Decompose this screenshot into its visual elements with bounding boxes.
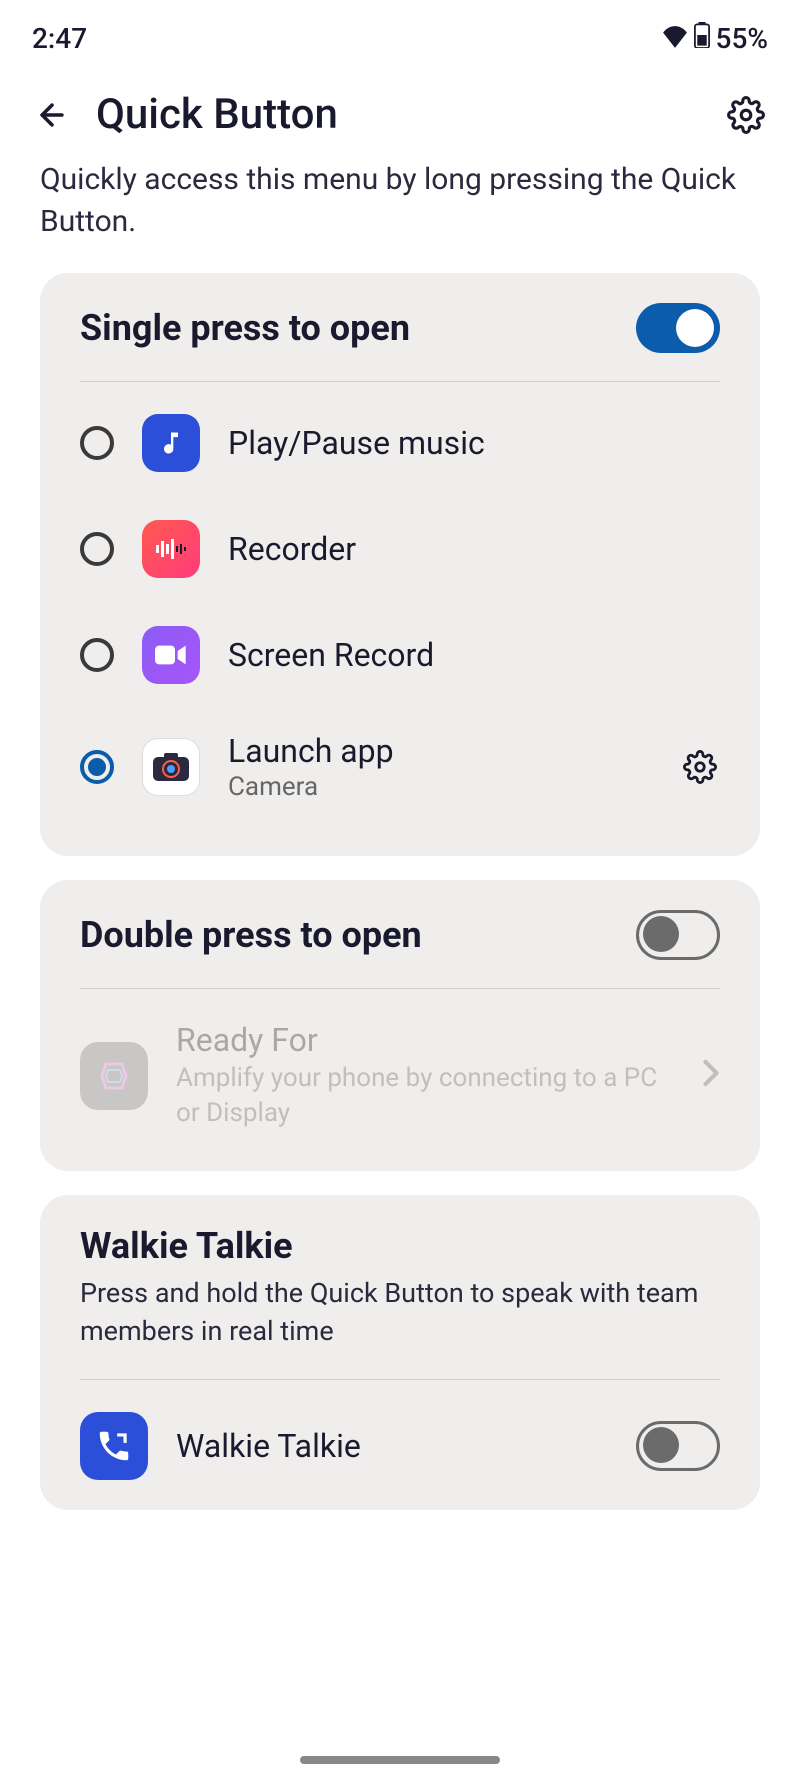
option-label: Launch app bbox=[228, 732, 652, 770]
music-note-icon bbox=[142, 414, 200, 472]
walkie-header: Walkie Talkie Press and hold the Quick B… bbox=[80, 1225, 720, 1379]
home-indicator[interactable] bbox=[300, 1756, 500, 1764]
option-recorder[interactable]: Recorder bbox=[80, 496, 720, 602]
walkie-talkie-icon bbox=[80, 1412, 148, 1480]
radio-launch-app[interactable] bbox=[80, 750, 114, 784]
launch-app-settings-button[interactable] bbox=[680, 747, 720, 787]
chevron-right-icon bbox=[702, 1057, 720, 1095]
ready-for-icon bbox=[80, 1042, 148, 1110]
option-screen-record[interactable]: Screen Record bbox=[80, 602, 720, 708]
status-right: 55% bbox=[662, 22, 768, 55]
status-time: 2:47 bbox=[32, 22, 87, 55]
option-launch-app[interactable]: Launch app Camera bbox=[80, 708, 720, 826]
camera-app-icon bbox=[142, 738, 200, 796]
app-header: Quick Button bbox=[0, 60, 800, 159]
page-description: Quickly access this menu by long pressin… bbox=[0, 159, 800, 273]
settings-button[interactable] bbox=[724, 93, 768, 137]
option-play-pause[interactable]: Play/Pause music bbox=[80, 390, 720, 496]
radio-play-pause[interactable] bbox=[80, 426, 114, 460]
walkie-talkie-card: Walkie Talkie Press and hold the Quick B… bbox=[40, 1195, 760, 1510]
ready-for-title: Ready For bbox=[176, 1021, 674, 1059]
single-press-toggle[interactable] bbox=[636, 303, 720, 353]
radio-screen-record[interactable] bbox=[80, 638, 114, 672]
battery-percent: 55% bbox=[716, 22, 768, 55]
divider bbox=[80, 381, 720, 382]
single-press-card: Single press to open Play/Pause music Re… bbox=[40, 273, 760, 856]
double-press-header: Double press to open bbox=[80, 910, 720, 988]
double-press-card: Double press to open Ready For Amplify y… bbox=[40, 880, 760, 1171]
wifi-icon bbox=[662, 22, 688, 55]
divider bbox=[80, 1379, 720, 1380]
ready-for-row: Ready For Amplify your phone by connecti… bbox=[80, 997, 720, 1141]
walkie-toggle[interactable] bbox=[636, 1421, 720, 1471]
option-label: Screen Record bbox=[228, 636, 720, 674]
double-press-title: Double press to open bbox=[80, 914, 422, 956]
divider bbox=[80, 988, 720, 989]
radio-recorder[interactable] bbox=[80, 532, 114, 566]
single-press-header: Single press to open bbox=[80, 303, 720, 381]
single-press-title: Single press to open bbox=[80, 307, 410, 349]
back-button[interactable] bbox=[32, 95, 72, 135]
battery-icon bbox=[694, 22, 710, 55]
double-press-toggle[interactable] bbox=[636, 910, 720, 960]
option-label: Recorder bbox=[228, 530, 720, 568]
page-title: Quick Button bbox=[96, 90, 700, 139]
walkie-row-label: Walkie Talkie bbox=[176, 1427, 608, 1465]
ready-for-desc: Amplify your phone by connecting to a PC… bbox=[176, 1061, 674, 1131]
option-label: Play/Pause music bbox=[228, 424, 720, 462]
status-bar: 2:47 55% bbox=[0, 0, 800, 60]
walkie-subtitle: Press and hold the Quick Button to speak… bbox=[80, 1275, 720, 1351]
video-camera-icon bbox=[142, 626, 200, 684]
recorder-icon bbox=[142, 520, 200, 578]
walkie-title: Walkie Talkie bbox=[80, 1225, 293, 1267]
option-sublabel: Camera bbox=[228, 772, 652, 802]
walkie-row[interactable]: Walkie Talkie bbox=[80, 1388, 720, 1480]
